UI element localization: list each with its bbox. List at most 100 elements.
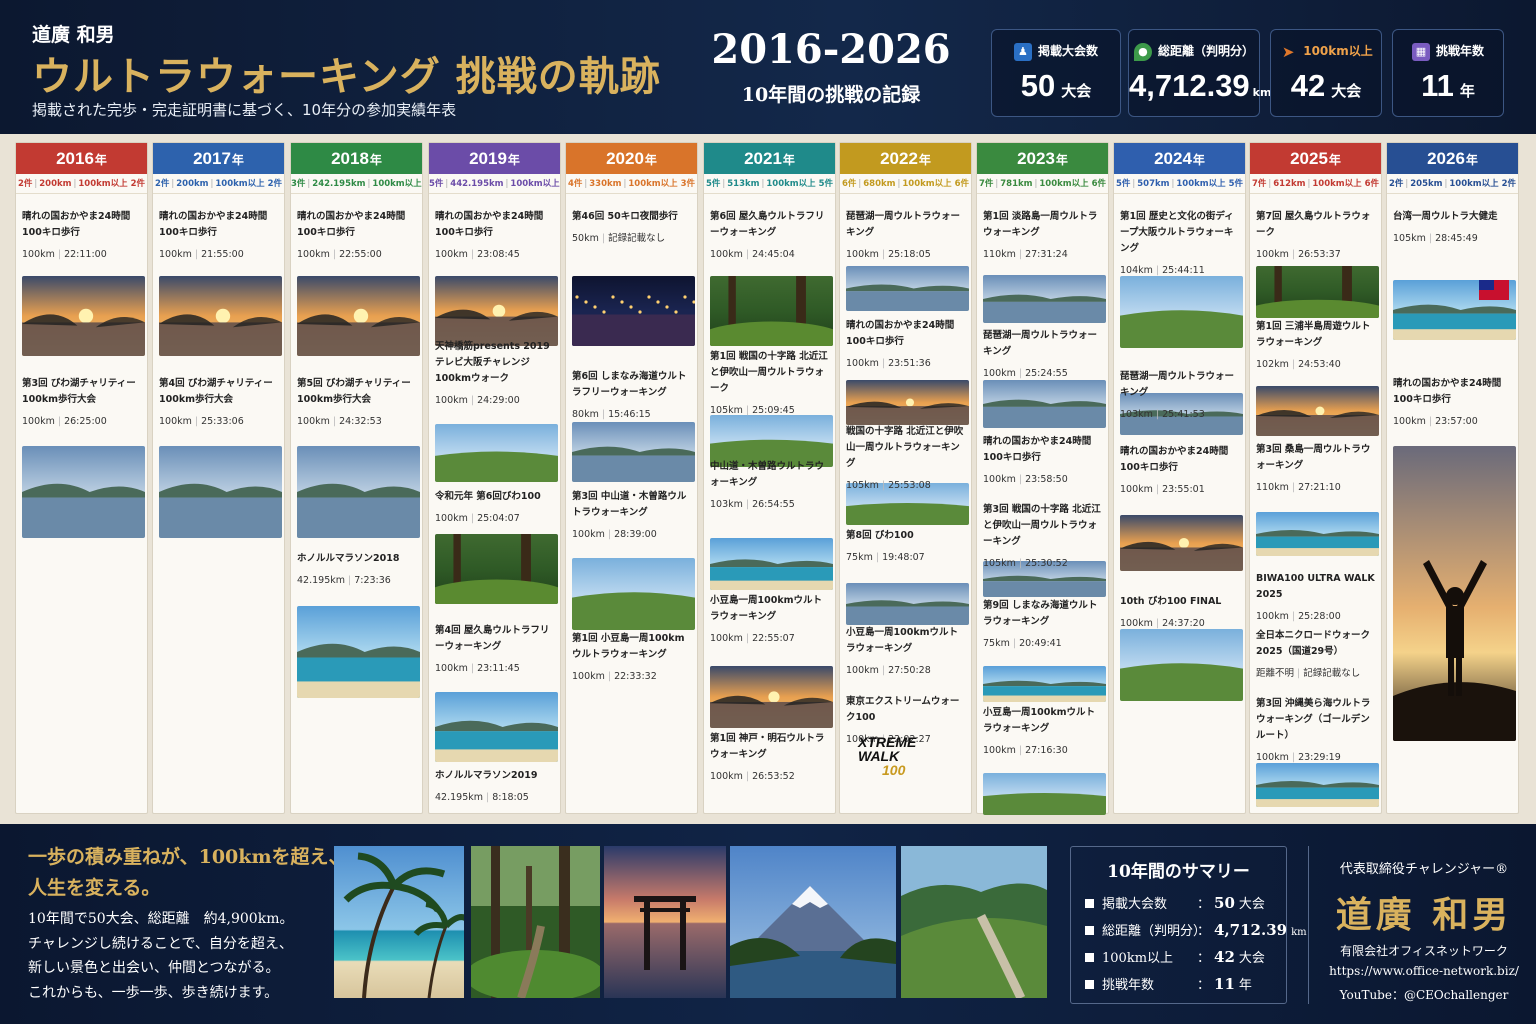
year-stats: 5件 | 507km | 100km以上 5件: [1114, 174, 1245, 194]
event-time: 15:46:15: [608, 409, 651, 420]
event-distance: 100km: [297, 416, 330, 427]
year-stat-item: 680km: [863, 179, 896, 189]
event-time: 8:18:05: [492, 792, 529, 803]
event-name: 天神橋筋presents 2019テレビ大阪チャレンジ100kmウォーク: [435, 341, 550, 384]
event-entry: ホノルルマラソン2019 42.195km | 8:18:05: [435, 768, 556, 805]
footer-quote: 一歩の積み重ねが、100kmを超え、 人生を変える。: [28, 842, 348, 904]
event-photo: [710, 276, 833, 346]
event-meta: 102km | 24:53:40: [1256, 359, 1341, 370]
youtube-link[interactable]: YouTube：@CEOchallenger: [1312, 986, 1536, 1003]
event-meta: 100km | 21:55:00: [159, 249, 244, 260]
walker-icon: ♟: [1013, 42, 1032, 61]
torii-sunset-photo: [604, 846, 726, 998]
event-meta: 100km | 23:51:36: [846, 358, 931, 369]
year-suffix: 年: [1192, 153, 1205, 167]
event-photo: [983, 380, 1106, 428]
year-header: 2024年: [1114, 143, 1245, 174]
year-stat-item: 513km: [727, 179, 760, 189]
event-name: 第5回 びわ湖チャリティー100km歩行大会: [297, 378, 411, 405]
event-meta: 100km | 22:11:00: [22, 249, 107, 260]
year-range-caption: 10年間の挑戦の記録: [741, 84, 921, 106]
event-time: 28:39:00: [614, 529, 657, 540]
summary-row: 挑戦年数： 11 年: [1085, 974, 1285, 994]
event-entry: 晴れの国おかやま24時間100キロ歩行 100km | 23:51:36: [846, 318, 967, 371]
event-meta: 100km | 26:53:52: [710, 771, 795, 782]
stat-value: 50: [1020, 68, 1056, 103]
event-meta: 105km | 28:45:49: [1393, 233, 1478, 244]
year-stat-item: 5件: [705, 179, 721, 189]
event-distance: 110km: [1256, 482, 1289, 493]
summary-value: 50: [1214, 894, 1235, 912]
event-meta: 100km | 23:29:19: [1256, 752, 1341, 763]
event-photo: [22, 446, 145, 538]
event-photo: [159, 276, 282, 356]
event-time: 25:30:52: [1025, 558, 1068, 569]
event-time: 23:58:50: [1025, 474, 1068, 485]
year-label: 2023: [1017, 149, 1055, 168]
event-time: 26:53:52: [752, 771, 795, 782]
event-name: 第6回 しまなみ海道ウルトラフリーウォーキング: [572, 371, 687, 398]
event-name: 第4回 びわ湖チャリティー100km歩行大会: [159, 378, 273, 405]
event-photo: [710, 538, 833, 590]
year-label: 2019: [469, 149, 507, 168]
event-entry: 晴れの国おかやま24時間100キロ歩行 100km | 22:11:00: [22, 209, 143, 262]
year-column-2019: 2019年5件|442.195km|100km以上 5件晴れの国おかやま24時間…: [428, 142, 561, 814]
event-photo: [435, 424, 558, 482]
year-stat-item: 5件: [429, 179, 444, 189]
divider: [1308, 846, 1309, 1004]
event-distance: 100km: [572, 529, 605, 540]
year-stat-item: 100km以上 6件: [1039, 179, 1107, 189]
event-entry: 第9回 しまなみ海道ウルトラウォーキング 75km | 20:49:41: [983, 598, 1104, 651]
event-name: 晴れの国おかやま24時間100キロ歩行: [1393, 378, 1502, 405]
event-name: 小豆島一周100kmウルトラウォーキング: [983, 707, 1096, 734]
event-time: 7:23:36: [354, 575, 391, 586]
event-distance: 100km: [1120, 484, 1153, 495]
event-entry: 晴れの国おかやま24時間100キロ歩行 100km | 21:55:00: [159, 209, 280, 262]
summary-unit: 年: [1238, 978, 1252, 993]
event-name: 第8回 びわ100: [846, 530, 914, 541]
year-column-2023: 2023年 7件 | 781km | 100km以上 6件 第1回 淡路島一周ウルトラウォー…: [976, 142, 1109, 815]
year-stat-item: 100km以上 6件: [902, 179, 970, 189]
stat-value: 11: [1421, 68, 1454, 103]
event-distance: 100km: [572, 671, 605, 682]
year-header: 2016年: [16, 143, 147, 174]
event-entry: 令和元年 第6回びわ100 100km | 25:04:07: [435, 489, 556, 526]
event-name: 第3回 沖縄美ら海ウルトラウォーキング（ゴールデンルート）: [1256, 698, 1371, 741]
year-stats: 5件 | 513km | 100km以上 5件: [704, 174, 835, 194]
event-time: 24:32:53: [339, 416, 382, 427]
event-distance: 100km: [710, 771, 743, 782]
event-photo: [1120, 629, 1243, 701]
event-distance: 100km: [297, 249, 330, 260]
event-distance: 100km: [159, 249, 192, 260]
event-distance: 100km: [1120, 618, 1153, 629]
event-time: 26:54:55: [752, 499, 795, 510]
event-entry: 第4回 びわ湖チャリティー100km歩行大会 100km | 25:33:06: [159, 376, 280, 429]
event-entry: 第1回 三浦半島周遊ウルトラウォーキング 102km | 24:53:40: [1256, 319, 1377, 372]
event-entry: 琵琶湖一周ウルトラウォーキング 100km | 25:18:05: [846, 209, 967, 262]
event-entry: 第1回 神戸・明石ウルトラウォーキング 100km | 26:53:52: [710, 731, 831, 784]
year-stats: 5件|442.195km|100km以上 5件: [429, 174, 560, 194]
event-distance: 100km: [846, 249, 879, 260]
event-name: 全日本ニクロードウォーク2025（国道29号）: [1256, 630, 1371, 657]
event-meta: 100km | 25:18:05: [846, 249, 931, 260]
event-time: 25:53:08: [888, 480, 931, 491]
event-distance: 105km: [983, 558, 1016, 569]
event-time: 26:25:00: [64, 416, 107, 427]
year-stat-item: 205km: [1410, 179, 1443, 189]
year-stat-item: 100km以上 5件: [766, 179, 834, 189]
timeline: 2016年 2件 | 200km | 100km以上 2件 晴れの国おかやま24時間100キ…: [0, 134, 1536, 824]
website-link[interactable]: https://www.office-network.biz/: [1312, 964, 1536, 978]
event-time: 22:11:00: [64, 249, 107, 260]
event-time: 25:44:11: [1162, 265, 1205, 276]
event-name: 第1回 三浦半島周遊ウルトラウォーキング: [1256, 321, 1371, 348]
year-range: 2016-2026: [711, 26, 951, 73]
event-distance: 80km: [572, 409, 599, 420]
event-time: 28:45:49: [1435, 233, 1478, 244]
event-time: 25:28:00: [1298, 611, 1341, 622]
year-suffix: 年: [94, 153, 107, 167]
event-meta: 105km | 25:09:45: [710, 405, 795, 416]
summary-unit: km: [1291, 927, 1307, 938]
ceo-name: 道廣 和男: [1335, 894, 1513, 936]
year-stat-item: 330km: [589, 179, 622, 189]
event-name: 第3回 びわ湖チャリティー100km歩行大会: [22, 378, 136, 405]
